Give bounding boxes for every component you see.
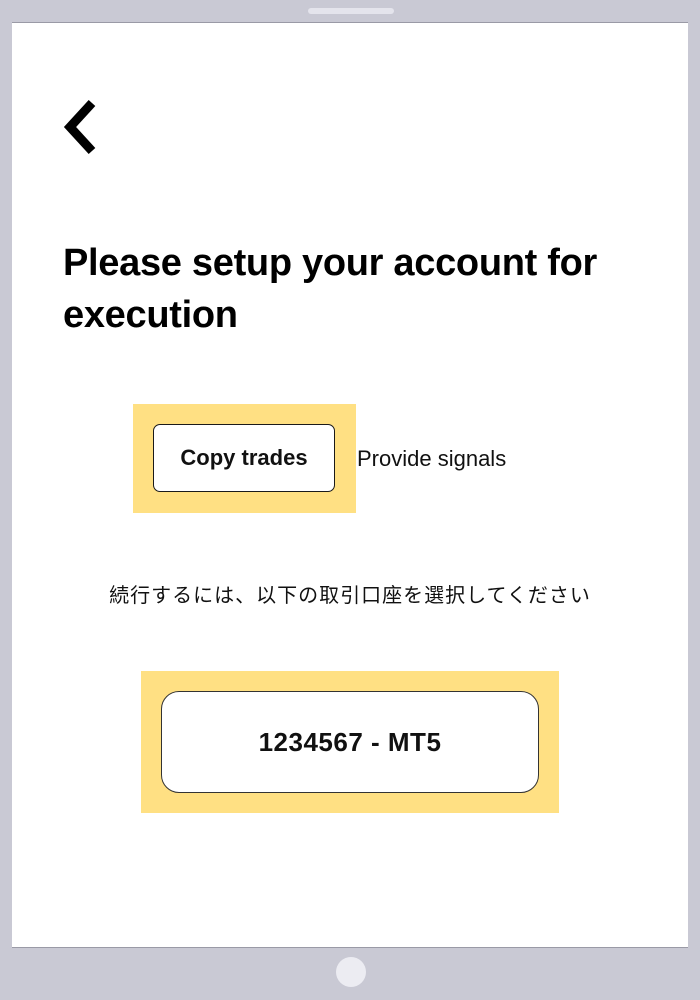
instruction-text: 続行するには、以下の取引口座を選択してください: [109, 583, 591, 607]
device-speaker: [308, 8, 394, 14]
page-title: Please setup your account for execution: [63, 242, 598, 336]
home-button[interactable]: [336, 957, 366, 987]
back-button[interactable]: [60, 97, 110, 157]
copy-trades-tab[interactable]: Copy trades: [153, 424, 335, 492]
account-option[interactable]: 1234567 - MT5: [161, 691, 539, 793]
chevron-left-icon: [63, 99, 96, 155]
provide-signals-tab[interactable]: Provide signals: [357, 444, 506, 474]
app-screen: Please setup your account for execution …: [12, 22, 688, 948]
